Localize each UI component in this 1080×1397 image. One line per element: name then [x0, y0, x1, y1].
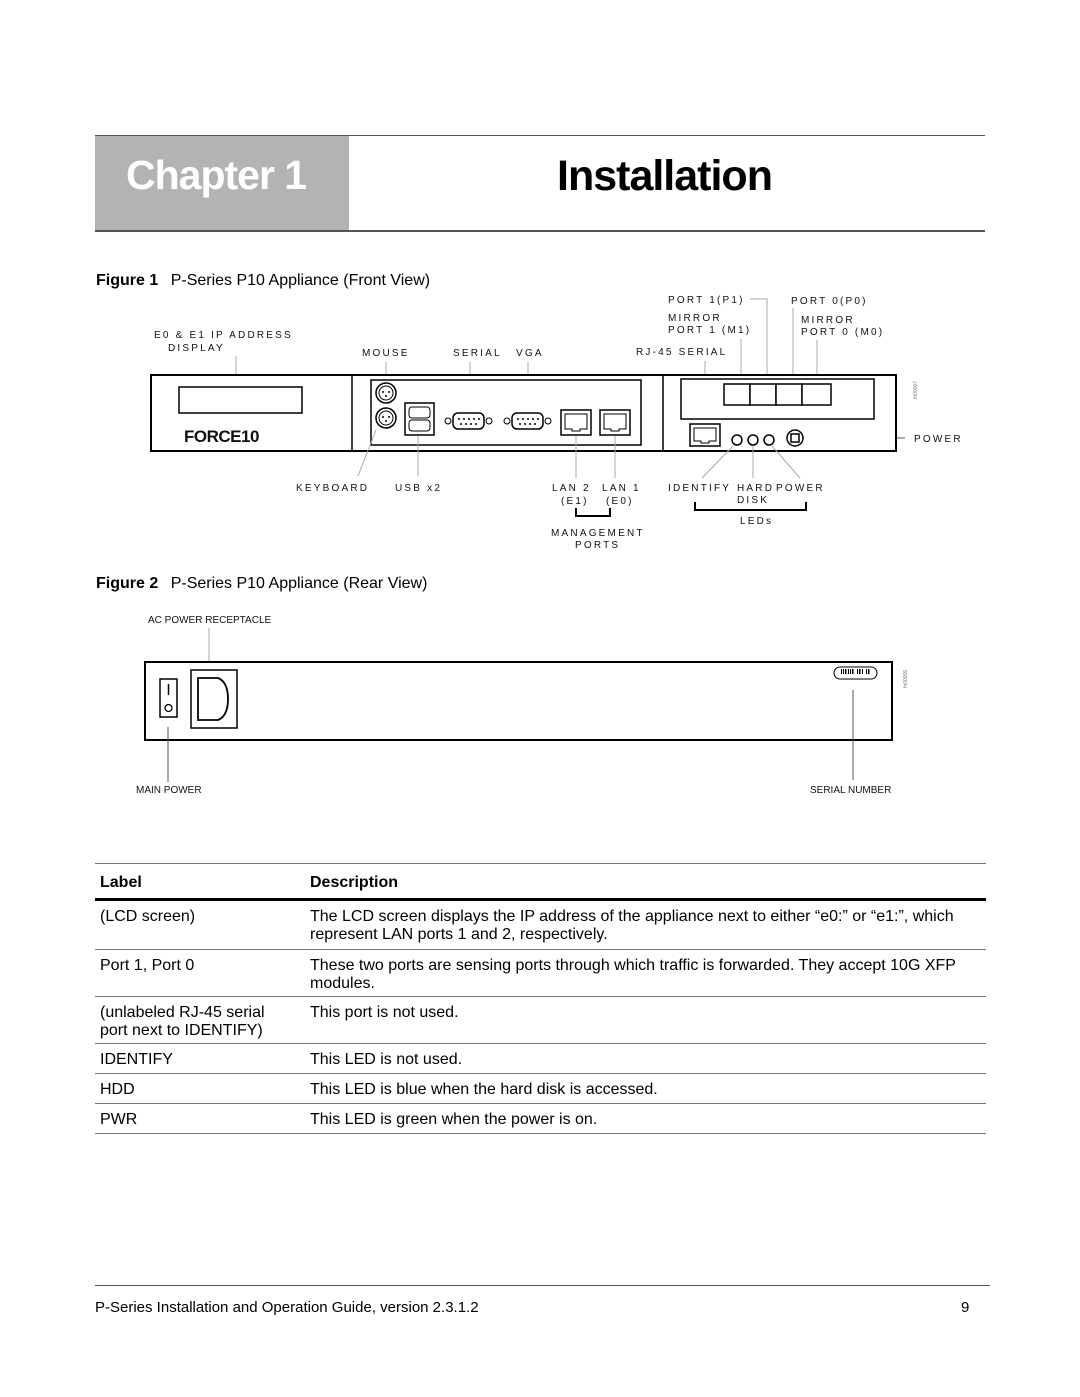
table-cell-label: PWR — [100, 1111, 138, 1128]
callout-hard-b: DISK — [737, 495, 769, 506]
callout-identify: IDENTIFY — [668, 483, 731, 494]
table-cell-description: This LED is green when the power is on. — [310, 1111, 598, 1128]
serial-number-barcode-icon — [833, 666, 878, 680]
callout-lan2-a: LAN 2 — [552, 483, 591, 494]
table-row: IDENTIFY This LED is not used. — [95, 1044, 986, 1074]
callout-main-power: MAIN POWER — [136, 785, 202, 796]
callout-lan1-a: LAN 1 — [602, 483, 641, 494]
lan1-port-icon — [599, 409, 631, 436]
lan2-port-icon — [560, 409, 592, 436]
callout-power-led: POWER — [776, 483, 825, 494]
callout-management-b: PORTS — [575, 540, 620, 551]
callout-serial-number: SERIAL NUMBER — [810, 785, 891, 796]
table-row: Port 1, Port 0 These two ports are sensi… — [95, 950, 986, 997]
lcd-screen — [178, 386, 303, 414]
table-header-label: Label — [100, 874, 142, 891]
table-row: (unlabeled RJ-45 serial port next to IDE… — [95, 997, 986, 1044]
rear-view-diagram: AC POWER RECEPTACLE fn00009 MAIN POWER S… — [136, 615, 909, 796]
rear-chassis — [144, 661, 893, 741]
table-cell-label: Port 1, Port 0 — [100, 957, 195, 974]
table-cell-label: (unlabeled RJ-45 serial port next to IDE… — [100, 1004, 265, 1039]
table-header: Label Description — [95, 864, 986, 901]
power-button-icon — [786, 429, 804, 447]
callout-power: POWER — [914, 434, 963, 445]
mirror-port-0-slot — [801, 383, 832, 406]
callout-ac-power: AC POWER RECEPTACLE — [148, 615, 271, 626]
power-led-icon — [763, 434, 775, 446]
table-cell-description: This LED is blue when the hard disk is a… — [310, 1081, 658, 1098]
keyboard-port-icon — [375, 407, 397, 429]
callout-vga: VGA — [516, 348, 544, 359]
callout-mirror1-a: MIRROR — [668, 313, 722, 324]
callout-usb: USB x2 — [395, 483, 442, 494]
callout-keyboard: KEYBOARD — [296, 483, 369, 494]
table-cell-label: (LCD screen) — [100, 908, 196, 925]
table-cell-description: This port is not used. — [310, 1004, 459, 1021]
table-row: HDD This LED is blue when the hard disk … — [95, 1074, 986, 1104]
front-view-diagram: E0 & E1 IP ADDRESS DISPLAY MOUSE SERIAL … — [150, 295, 963, 551]
callout-port0: PORT 0(P0) — [791, 296, 868, 307]
callout-port1: PORT 1(P1) — [668, 295, 745, 306]
table-cell-label: HDD — [100, 1081, 135, 1098]
mouse-port-icon — [375, 382, 397, 404]
force10-logo: FORCE10 — [184, 427, 259, 446]
management-ports-bracket — [575, 508, 611, 517]
callout-mirror1-b: PORT 1 (M1) — [668, 325, 751, 336]
callout-serial: SERIAL — [453, 348, 502, 359]
callout-ip-display-2: DISPLAY — [168, 343, 225, 354]
port-0-slot — [775, 383, 803, 406]
callout-lan2-b: (E1) — [561, 496, 589, 507]
table-row: PWR This LED is green when the power is … — [95, 1104, 986, 1134]
callout-rj45-serial: RJ-45 SERIAL — [636, 347, 727, 358]
callout-hard-a: HARD — [737, 483, 774, 494]
ac-power-receptacle-icon — [190, 669, 238, 729]
table-cell-description: The LCD screen displays the IP address o… — [310, 908, 954, 943]
port-1-slot — [749, 383, 777, 406]
callout-mirror0-b: PORT 0 (M0) — [801, 327, 884, 338]
table-cell-description: These two ports are sensing ports throug… — [310, 957, 956, 992]
usb-ports-icon — [404, 402, 435, 436]
page-number: 9 — [961, 1299, 970, 1316]
table-header-description: Description — [310, 874, 399, 891]
footer-title: P-Series Installation and Operation Guid… — [95, 1299, 479, 1316]
appliance-diagrams: E0 & E1 IP ADDRESS DISPLAY MOUSE SERIAL … — [136, 295, 963, 796]
table-cell-label: IDENTIFY — [100, 1051, 173, 1068]
rj45-serial-port-icon — [689, 423, 721, 447]
callout-leds: LEDs — [740, 516, 773, 527]
table-cell-description: This LED is not used. — [310, 1051, 463, 1068]
main-power-switch-icon — [159, 678, 178, 718]
mirror-port-1-slot — [723, 383, 751, 406]
footer-rule — [95, 1285, 990, 1286]
callout-mouse: MOUSE — [362, 348, 410, 359]
table-row: (LCD screen) The LCD screen displays the… — [95, 901, 986, 950]
callout-management-a: MANAGEMENT — [551, 528, 645, 539]
hard-disk-led-icon — [747, 434, 759, 446]
callout-lan1-b: (E0) — [606, 496, 634, 507]
callout-mirror0-a: MIRROR — [801, 315, 855, 326]
figure-1-artwork-id: fn00007 — [913, 381, 919, 399]
callout-ip-display-1: E0 & E1 IP ADDRESS — [154, 330, 293, 341]
figure-2-artwork-id: fn00009 — [903, 670, 909, 688]
identify-led-icon — [731, 434, 743, 446]
